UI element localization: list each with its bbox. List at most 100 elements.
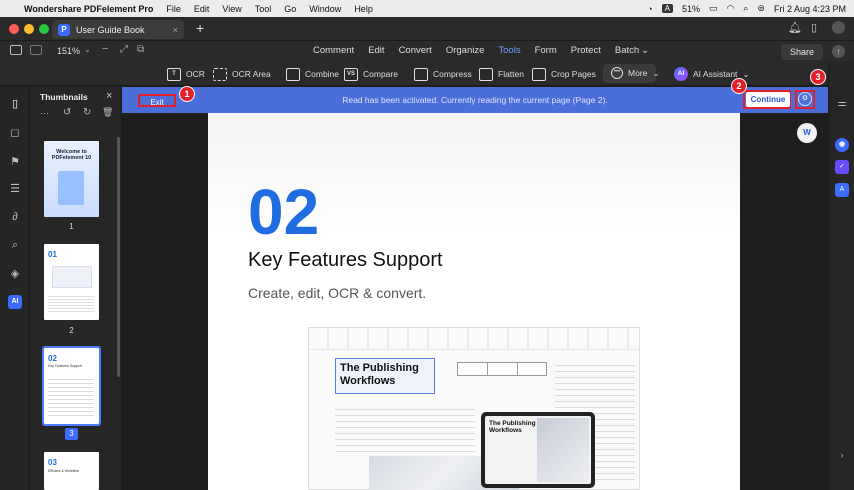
ocr-area-button[interactable]: OCR Area — [213, 65, 271, 83]
account-avatar-icon[interactable] — [832, 21, 845, 34]
rotate-icon[interactable]: ⧉ — [137, 44, 144, 55]
page-thumbnail-3[interactable]: 02 Key Features Support — [42, 346, 101, 426]
layers-panel-icon[interactable]: ☰ — [8, 182, 22, 196]
zoom-level[interactable]: 151% — [57, 46, 80, 56]
menu-edit[interactable]: Edit — [194, 4, 210, 14]
read-settings-icon[interactable]: ⚙ — [798, 92, 812, 106]
menu-go[interactable]: Go — [284, 4, 296, 14]
crop-pages-button[interactable]: Crop Pages — [532, 65, 596, 83]
translate-icon[interactable]: A — [835, 183, 849, 197]
comments-panel-icon[interactable]: ◻ — [8, 126, 22, 140]
flatten-icon — [479, 67, 493, 81]
menu-file[interactable]: File — [166, 4, 181, 14]
screenshot-text-left — [335, 404, 475, 454]
ocr-button[interactable]: T OCR — [167, 65, 205, 83]
ocr-area-icon — [213, 67, 227, 81]
thumbnail-options-icon[interactable]: ··· — [40, 108, 49, 118]
app-menu[interactable]: Wondershare PDFelement Pro — [24, 4, 153, 14]
check-icon[interactable]: ✓ — [835, 160, 849, 174]
thumbnail-4-title: Efficient & Workflow — [48, 469, 79, 473]
search-panel-icon[interactable]: ⌕ — [8, 238, 22, 252]
left-rail: ▯ ◻ ⚑ ☰ ∂ ⌕ ◈ AI — [0, 87, 30, 490]
thumbnail-1-graphic — [58, 171, 84, 205]
ai-assistant-icon: AI — [674, 67, 688, 81]
page-thumbnail-1[interactable]: Welcome to PDFelement 10 — [44, 141, 99, 217]
menu-view[interactable]: View — [222, 4, 241, 14]
menu-tool[interactable]: Tool — [255, 4, 272, 14]
maximize-window-button[interactable] — [39, 24, 49, 34]
document-tab[interactable]: P User Guide Book × — [52, 20, 184, 39]
ai-assistant-label: AI Assistant — [693, 69, 738, 79]
batch-dropdown-icon[interactable]: ⌄ — [641, 45, 649, 56]
thumbnails-panel-icon[interactable]: ▯ — [8, 97, 22, 111]
menu-window[interactable]: Window — [309, 4, 341, 14]
tab-form[interactable]: Form — [528, 45, 564, 56]
ai-sidebar-icon[interactable]: ◉ — [835, 138, 849, 152]
zoom-out-icon[interactable]: − — [102, 43, 108, 55]
sidebar-toggle-icon[interactable] — [10, 45, 22, 55]
section-title: Key Features Support — [248, 249, 443, 271]
menu-help[interactable]: Help — [354, 4, 373, 14]
thumbnails-scrollbar[interactable] — [117, 137, 120, 377]
menubar-datetime[interactable]: Fri 2 Aug 4:23 PM — [774, 4, 846, 14]
attachment-panel-icon[interactable]: ∂ — [8, 210, 22, 224]
tab-convert[interactable]: Convert — [392, 45, 439, 56]
close-thumbnails-icon[interactable]: × — [106, 90, 112, 102]
stack-panel-icon[interactable]: ◈ — [8, 267, 22, 281]
compare-button[interactable]: VS Compare — [344, 65, 398, 83]
battery-icon[interactable]: ▭ — [709, 3, 718, 14]
wifi-icon[interactable]: ◠ — [727, 3, 735, 14]
input-source-badge[interactable]: A — [661, 4, 673, 13]
notification-bell-icon[interactable]: 🔔︎ — [788, 21, 802, 34]
search-icon[interactable]: ⌕ — [743, 3, 748, 14]
page-thumbnail-2[interactable]: 01 — [44, 244, 99, 320]
share-button[interactable]: Share — [781, 44, 823, 60]
cloud-upload-icon[interactable]: ↑ — [832, 45, 845, 58]
thumbnail-4-number: 03 — [48, 458, 57, 467]
minimize-window-button[interactable] — [24, 24, 34, 34]
delete-page-icon[interactable]: 🗑︎ — [102, 107, 113, 118]
ocr-icon: T — [167, 67, 181, 81]
bookmark-panel-icon[interactable]: ⚑ — [8, 155, 22, 169]
battery-percent[interactable]: 51% — [682, 4, 700, 14]
thumbnail-3-title: Key Features Support — [48, 364, 83, 368]
document-page: 02 Key Features Support Create, edit, OC… — [208, 113, 740, 490]
annotation-badge-3: 3 — [810, 69, 826, 85]
continue-button[interactable]: Continue — [746, 92, 790, 107]
tab-organize[interactable]: Organize — [439, 45, 492, 56]
properties-icon[interactable]: ⚌ — [835, 97, 849, 111]
rotate-left-icon[interactable]: ↺ — [63, 107, 71, 118]
tablet-screen: The Publishing Workflows — [485, 416, 591, 484]
embedded-screenshot: The Publishing Workflows The Publishing … — [308, 327, 640, 490]
clock-icon[interactable]: ◔ — [647, 4, 652, 14]
tab-comment[interactable]: Comment — [306, 45, 361, 56]
ai-dropdown-icon: ⌄ — [742, 68, 750, 79]
tab-protect[interactable]: Protect — [564, 45, 608, 56]
flatten-button[interactable]: Flatten — [479, 65, 524, 83]
rotate-right-icon[interactable]: ↻ — [83, 107, 91, 118]
page-number-2: 2 — [69, 326, 74, 335]
new-tab-button[interactable]: + — [196, 20, 204, 36]
combine-button[interactable]: Combine — [286, 65, 339, 83]
crop-pages-label: Crop Pages — [551, 69, 596, 79]
ai-panel-icon[interactable]: AI — [8, 295, 22, 309]
page-thumbnail-4[interactable]: 03 Efficient & Workflow — [44, 452, 99, 490]
zoom-dropdown-icon[interactable]: ⌄ — [84, 45, 91, 54]
close-tab-icon[interactable]: × — [173, 25, 178, 35]
thumbnails-title: Thumbnails — [40, 92, 88, 102]
ocr-label: OCR — [186, 69, 205, 79]
expand-panel-icon[interactable]: › — [835, 448, 849, 462]
convert-to-word-icon[interactable]: W — [797, 123, 817, 143]
fit-page-icon[interactable]: ⤢ — [120, 44, 128, 55]
tab-edit[interactable]: Edit — [361, 45, 391, 56]
compress-button[interactable]: Compress — [414, 65, 472, 83]
more-button[interactable]: ••• More ⌄ — [603, 64, 660, 83]
control-center-icon[interactable]: ⊜ — [757, 3, 765, 14]
tab-tools[interactable]: Tools — [491, 45, 527, 56]
layout-icon[interactable] — [30, 45, 42, 55]
compare-icon: VS — [344, 67, 358, 81]
mobile-device-icon[interactable]: ▯ — [811, 21, 817, 34]
close-window-button[interactable] — [9, 24, 19, 34]
main-toolbar: 151% ⌄ − ⤢ ⧉ Comment Edit Convert Organi… — [0, 41, 854, 62]
section-number: 02 — [248, 176, 320, 248]
